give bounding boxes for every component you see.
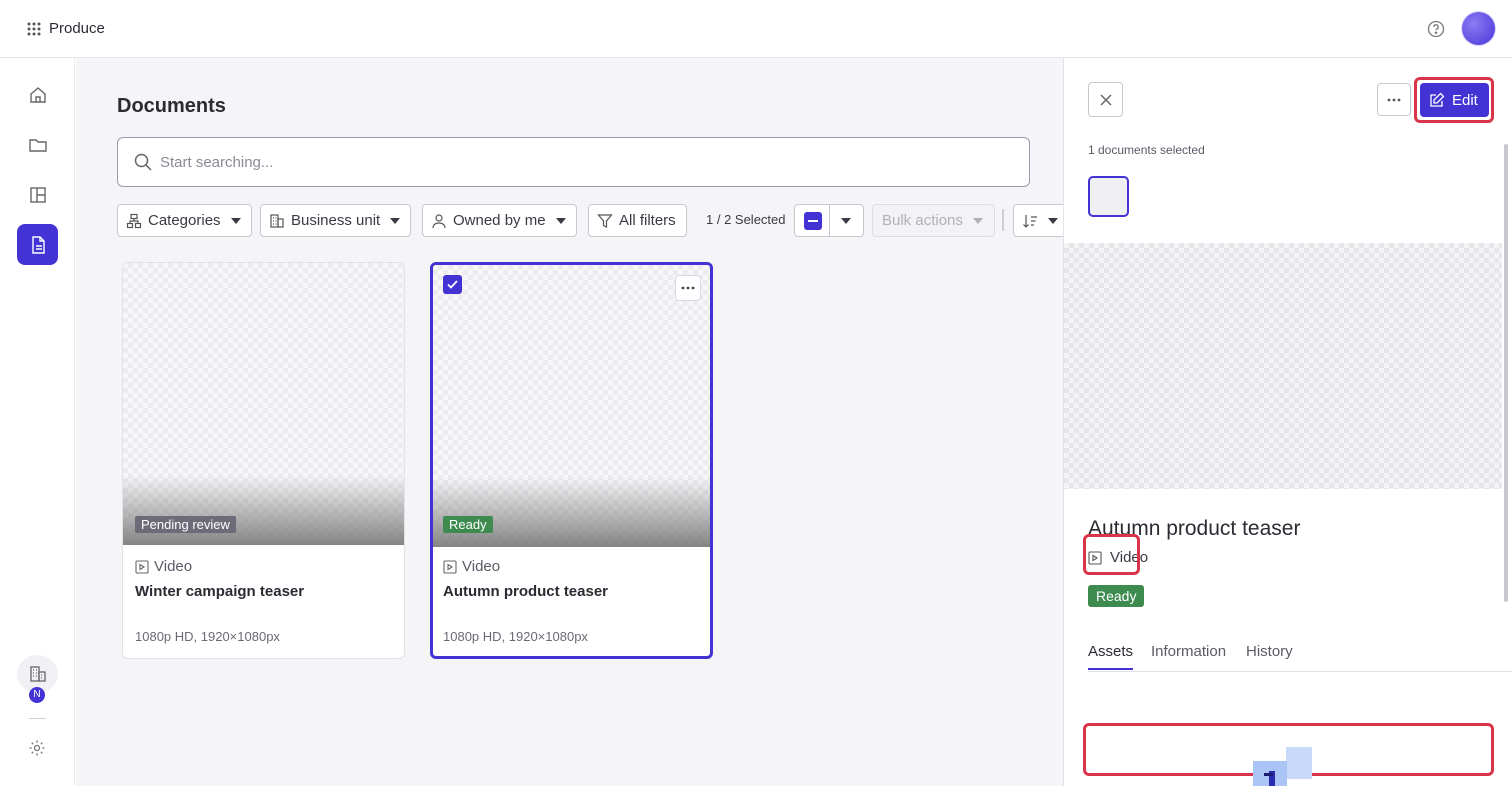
document-title: Autumn product teaser: [1088, 517, 1301, 540]
chevron-down-icon: [230, 217, 241, 224]
app-title: Produce: [49, 20, 105, 37]
card-type-label: Video: [154, 558, 193, 575]
status-badge: Ready: [1088, 585, 1145, 607]
document-icon: [28, 235, 48, 255]
more-horizontal-icon: [1387, 98, 1401, 102]
more-horizontal-icon: [681, 286, 695, 290]
check-icon: [447, 280, 458, 289]
details-panel: Edit 1 documents selected Autumn product…: [1063, 58, 1512, 786]
card-thumbnail: [433, 265, 710, 547]
tab-information[interactable]: Information: [1151, 643, 1226, 668]
folder-icon: [28, 135, 48, 155]
settings-icon[interactable]: [28, 739, 46, 757]
chevron-down-icon: [1048, 217, 1058, 224]
close-icon: [1099, 93, 1112, 106]
video-icon: [443, 559, 457, 574]
card-title: Autumn product teaser: [443, 583, 609, 600]
edit-icon: [1429, 92, 1445, 108]
user-icon: [431, 213, 447, 229]
categories-filter-label: Categories: [148, 212, 221, 229]
categories-filter[interactable]: Categories: [117, 204, 252, 237]
panel-tabs: Assets Information History: [1088, 642, 1512, 672]
owned-by-me-filter[interactable]: Owned by me: [422, 204, 577, 237]
card-meta: 1080p HD, 1920×1080px: [135, 629, 280, 644]
video-icon: [135, 559, 149, 574]
card-checkbox[interactable]: [443, 275, 462, 294]
chevron-down-icon[interactable]: [841, 218, 851, 224]
sidebar: N: [0, 58, 75, 786]
avatar[interactable]: [1462, 12, 1495, 45]
card-more-button[interactable]: [675, 275, 701, 301]
card-type: Video: [443, 558, 500, 575]
all-filters-label: All filters: [619, 212, 676, 229]
card-thumbnail: [123, 263, 404, 545]
all-filters-button[interactable]: All filters: [588, 204, 687, 237]
chevron-down-icon: [972, 217, 983, 224]
sidebar-item-documents[interactable]: [17, 224, 58, 265]
business-unit-filter[interactable]: Business unit: [260, 204, 412, 237]
card-title: Winter campaign teaser: [135, 583, 305, 600]
edit-button-label: Edit: [1452, 91, 1478, 109]
selection-count: 1 / 2 Selected: [706, 212, 786, 227]
close-button[interactable]: [1088, 82, 1123, 117]
scrollbar[interactable]: [1504, 144, 1508, 602]
card-meta: 1080p HD, 1920×1080px: [443, 629, 588, 644]
building-icon: [269, 213, 285, 229]
selection-summary: 1 documents selected: [1088, 143, 1205, 157]
chevron-down-icon: [390, 217, 401, 224]
bulk-actions-label: Bulk actions: [882, 212, 963, 229]
sort-icon: [1022, 213, 1038, 229]
sidebar-item-folders[interactable]: [17, 124, 58, 165]
document-type-label: Video: [1110, 549, 1149, 566]
more-options-button[interactable]: [1377, 83, 1411, 116]
asset-illustration: [1253, 747, 1313, 786]
help-icon[interactable]: [1427, 20, 1445, 38]
layout-icon: [28, 185, 48, 205]
categories-icon: [126, 213, 142, 229]
chevron-down-icon: [555, 217, 566, 224]
tab-assets[interactable]: Assets: [1088, 643, 1134, 670]
sidebar-item-home[interactable]: [17, 74, 58, 115]
page-title: Documents: [117, 95, 226, 117]
document-type: Video: [1088, 549, 1148, 566]
status-badge: Ready: [443, 516, 493, 533]
video-icon: [1088, 550, 1102, 565]
card-type: Video: [135, 558, 192, 575]
owned-by-me-filter-label: Owned by me: [453, 212, 546, 229]
indeterminate-checkbox[interactable]: [804, 212, 822, 230]
selected-thumbnail[interactable]: [1088, 176, 1129, 217]
document-card[interactable]: Pending review Video Winter campaign tea…: [122, 262, 405, 659]
edit-button[interactable]: Edit: [1420, 83, 1489, 117]
sort-button[interactable]: [1013, 204, 1063, 237]
document-card[interactable]: Ready Video Autumn product teaser 1080p …: [430, 262, 713, 659]
tab-history[interactable]: History: [1246, 643, 1293, 668]
apps-grid-icon[interactable]: [27, 22, 41, 36]
top-bar: Produce: [0, 0, 1512, 58]
search-box: [117, 137, 1030, 187]
sidebar-item-layouts[interactable]: [17, 174, 58, 215]
toolbar-divider: [1002, 209, 1004, 231]
filter-icon: [597, 213, 613, 229]
home-icon: [28, 85, 48, 105]
sidebar-divider: [29, 718, 46, 719]
org-badge: N: [29, 687, 45, 703]
select-all-control[interactable]: [794, 204, 864, 237]
bulk-actions-button[interactable]: Bulk actions: [872, 204, 995, 237]
document-preview: [1064, 243, 1502, 489]
search-input[interactable]: [160, 150, 1000, 174]
card-type-label: Video: [462, 558, 501, 575]
main-content: Documents Categories Business unit Owned…: [76, 58, 1063, 786]
building-icon: [28, 664, 48, 684]
business-unit-filter-label: Business unit: [291, 212, 381, 229]
status-badge: Pending review: [135, 516, 236, 533]
select-control-divider: [829, 205, 830, 236]
